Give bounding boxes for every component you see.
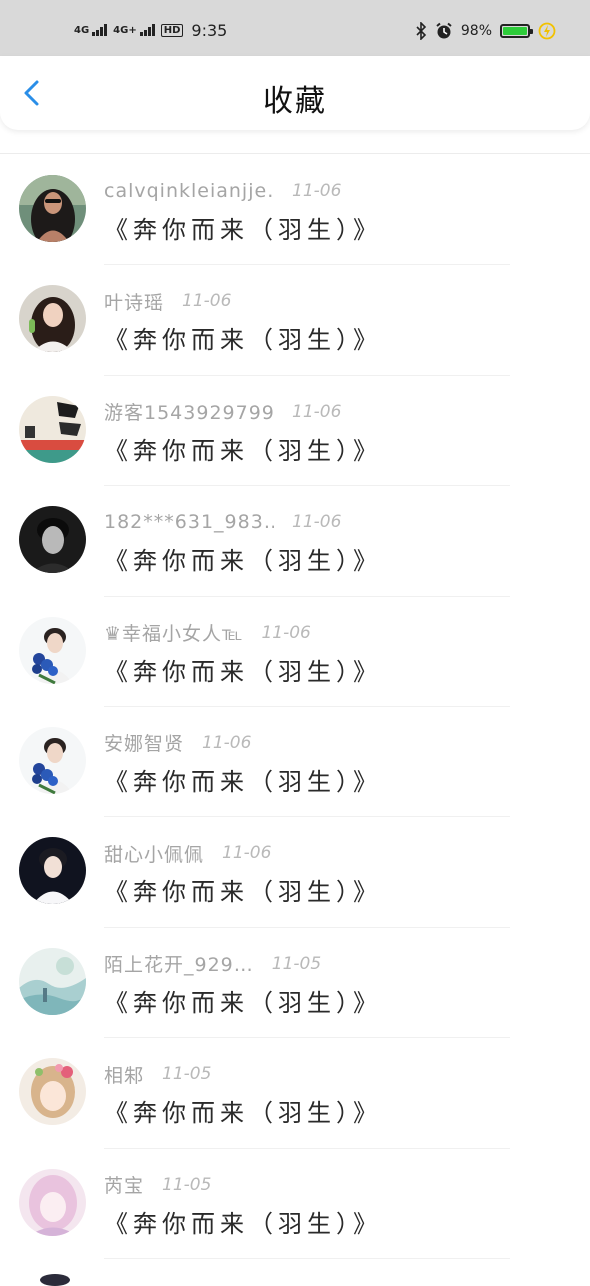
battery-level	[503, 27, 527, 35]
item-date: 11-06	[261, 622, 311, 643]
user-name: 芮宝	[104, 1175, 145, 1198]
item-subject: 《奔你而来（羽生）》	[104, 657, 382, 686]
item-meta: 相邾 11-05	[104, 1061, 211, 1087]
user-name: 游客1543929799	[104, 402, 274, 425]
item-date: 11-06	[202, 732, 252, 753]
item-subject: 《奔你而来（羽生）》	[104, 326, 382, 355]
boy-dark-avatar[interactable]	[19, 837, 86, 905]
item-subject: 《奔你而来（羽生）》	[104, 767, 382, 796]
item-meta: 182***631_983… 11-06	[104, 509, 341, 535]
cellular-signal-2: 4G+	[113, 24, 155, 36]
list-item[interactable]: 芮宝 11-05 《奔你而来（羽生）》	[0, 1149, 590, 1259]
status-bar-left: 4G 4G+ HD 9:35	[74, 20, 227, 40]
calligraphy-avatar[interactable]	[19, 395, 86, 463]
user-name: ♛幸福小女人℡	[104, 623, 244, 646]
user-name: 甜心小佩佩	[104, 843, 205, 866]
item-date: 11-06	[292, 181, 342, 201]
item-date: 11-05	[162, 1174, 212, 1195]
item-date: 11-06	[292, 401, 342, 422]
item-subject: 《奔你而来（羽生）》	[104, 1209, 382, 1238]
nav-header: 收藏	[0, 56, 590, 130]
item-meta: 陌上花开_929… 11-05	[104, 951, 321, 977]
item-meta: 甜心小佩佩 11-06	[104, 840, 271, 866]
woman-sunglasses-avatar[interactable]	[19, 175, 86, 242]
boy-roses-avatar[interactable]	[19, 726, 86, 794]
list-item[interactable]: 182***631_983… 11-06 《奔你而来（羽生）》	[0, 486, 590, 597]
anime-girl-flowers-avatar[interactable]	[19, 1058, 86, 1126]
list-item[interactable]: 叶诗瑶 11-06 《奔你而来（羽生）》	[0, 265, 590, 376]
list-item[interactable]: calvqinkleianjje… 11-06 《奔你而来（羽生）》	[0, 155, 590, 266]
user-name: 陌上花开_929…	[104, 954, 254, 977]
item-subject: 《奔你而来（羽生）》	[104, 878, 382, 907]
next-avatar-peek	[40, 1274, 70, 1286]
item-meta: 芮宝 11-05	[104, 1172, 211, 1198]
item-subject: 《奔你而来（羽生）》	[104, 1099, 382, 1128]
list-item[interactable]: 游客1543929799 11-06 《奔你而来（羽生）》	[0, 376, 590, 487]
item-meta: 叶诗瑶 11-06	[104, 288, 231, 314]
landscape-avatar[interactable]	[19, 947, 86, 1015]
item-meta: 安娜智贤 11-06	[104, 730, 251, 756]
clock: 9:35	[191, 20, 228, 40]
item-subject: 《奔你而来（羽生）》	[104, 547, 382, 576]
battery-percent: 98%	[460, 23, 492, 39]
battery-icon	[500, 24, 533, 38]
item-subject: 《奔你而来（羽生）》	[104, 216, 382, 244]
user-name: 安娜智贤	[104, 733, 185, 756]
user-name: 相邾	[104, 1064, 145, 1087]
divider	[0, 153, 590, 154]
item-subject: 《奔你而来（羽生）》	[104, 988, 382, 1017]
item-date: 11-06	[182, 291, 232, 312]
user-name: 182***631_983…	[104, 511, 274, 534]
girl-portrait-avatar[interactable]	[19, 285, 86, 353]
list-item[interactable]: ♛幸福小女人℡ 11-06 《奔你而来（羽生）》	[0, 597, 590, 707]
user-name: calvqinkleianjje…	[104, 180, 274, 202]
item-date: 11-05	[162, 1064, 212, 1085]
item-subject: 《奔你而来（羽生）》	[104, 436, 382, 465]
list-item[interactable]: 相邾 11-05 《奔你而来（羽生）》	[0, 1038, 590, 1149]
item-date: 11-06	[292, 512, 342, 533]
cellular-signal-1: 4G	[74, 24, 108, 36]
divider	[104, 1257, 510, 1259]
list-item[interactable]: 甜心小佩佩 11-06 《奔你而来（羽生）》	[0, 817, 590, 928]
item-meta: calvqinkleianjje… 11-06	[104, 178, 341, 204]
alarm-icon	[436, 22, 452, 39]
page-title: 收藏	[263, 84, 327, 119]
list-item[interactable]: 陌上花开_929… 11-05 《奔你而来（羽生）》	[0, 928, 590, 1039]
item-date: 11-06	[222, 843, 272, 864]
favorites-list: calvqinkleianjje… 11-06 《奔你而来（羽生）》 叶诗瑶 1…	[0, 155, 590, 1259]
list-item[interactable]: 安娜智贤 11-06 《奔你而来（羽生）》	[0, 707, 590, 818]
item-meta: ♛幸福小女人℡ 11-06	[104, 620, 311, 646]
signal-bars-icon	[139, 24, 155, 36]
hd-voice-icon: HD	[160, 23, 184, 37]
boy-roses-avatar[interactable]	[19, 616, 86, 684]
status-bar: 4G 4G+ HD 9:35 98%	[0, 0, 590, 56]
status-bar-right: 98%	[415, 20, 556, 42]
anime-girl-pink-avatar[interactable]	[19, 1168, 86, 1236]
bluetooth-icon	[416, 22, 427, 40]
item-meta: 游客1543929799 11-06	[104, 399, 341, 425]
item-date: 11-05	[271, 953, 322, 974]
man-bw-avatar[interactable]	[19, 506, 86, 574]
signal-bars-icon	[92, 24, 108, 36]
user-name: 叶诗瑶	[104, 291, 165, 314]
charging-icon	[538, 22, 556, 40]
